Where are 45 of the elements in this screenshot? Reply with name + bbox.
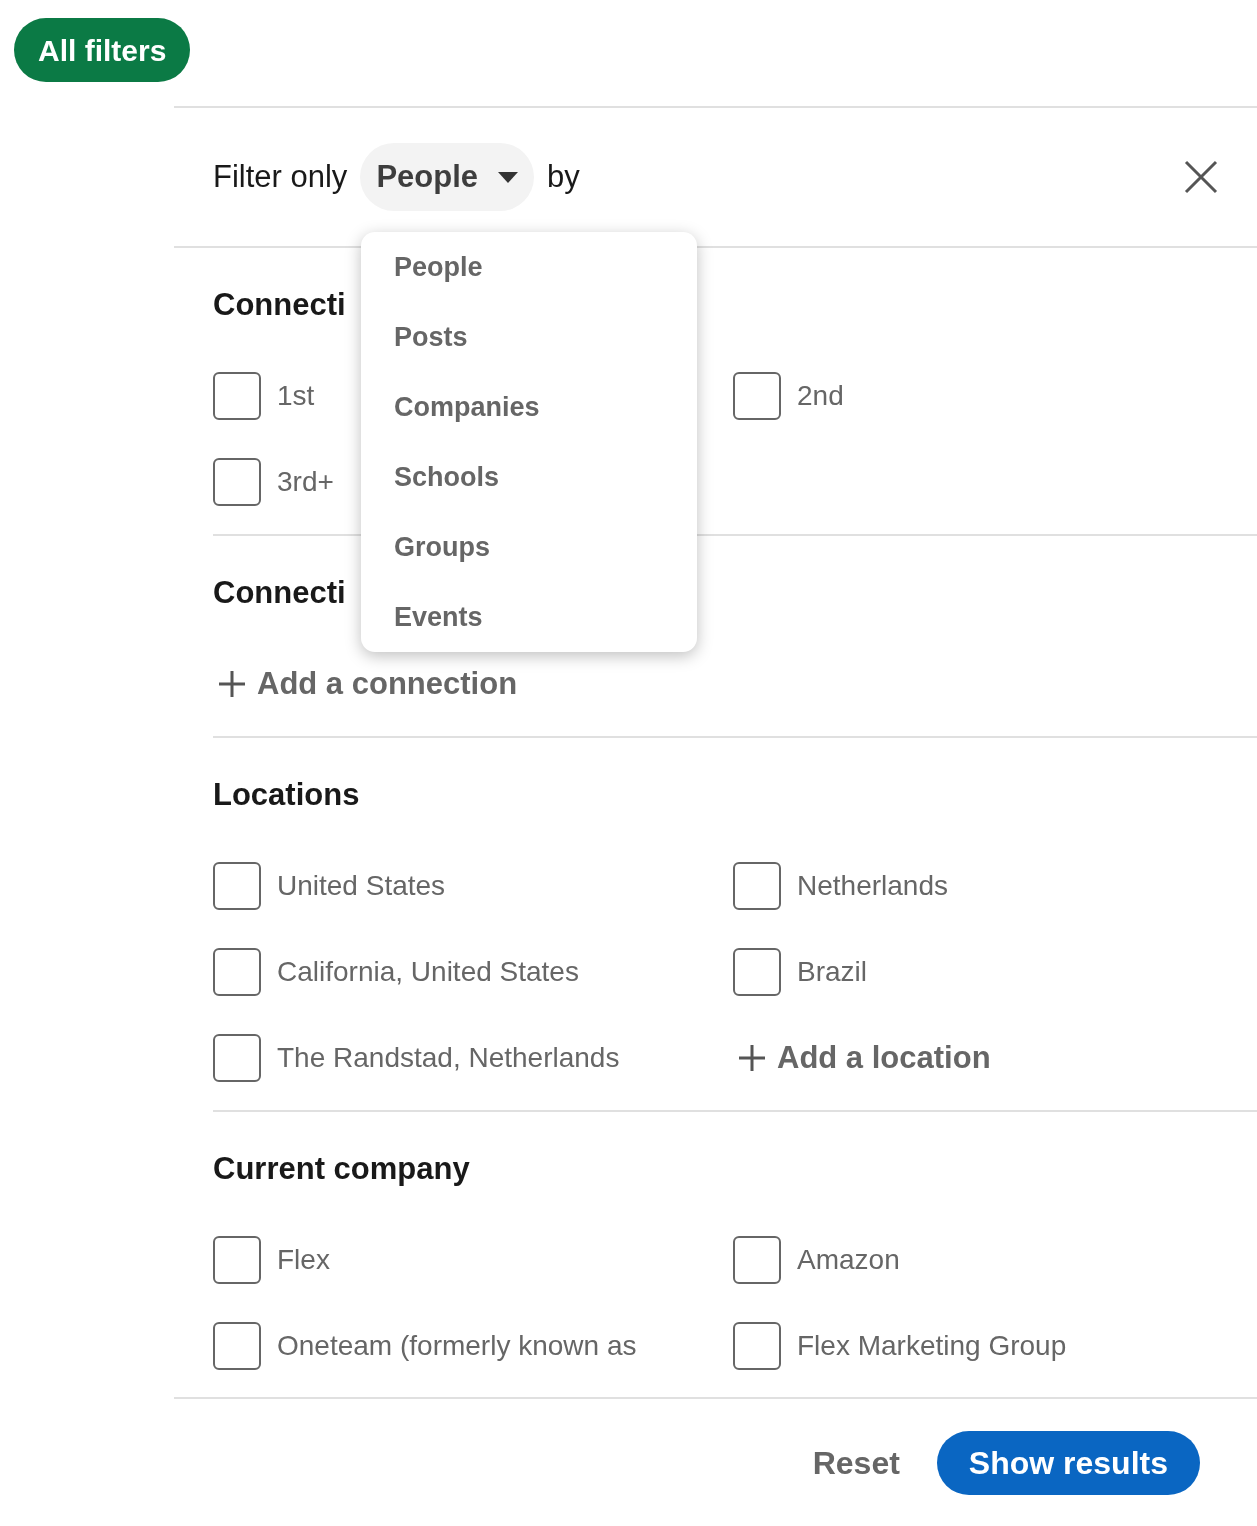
section-heading: Locations xyxy=(213,777,361,813)
checkbox-label: Amazon xyxy=(797,1243,900,1277)
filter-label: by xyxy=(547,157,580,196)
checkbox[interactable] xyxy=(213,1322,261,1370)
menu-item[interactable]: Groups xyxy=(361,512,697,582)
show-results-button[interactable]: Show results xyxy=(936,1431,1200,1495)
checkbox-label: Netherlands xyxy=(797,869,948,903)
add-link[interactable]: Add a connection xyxy=(213,660,518,708)
section-heading: Current company xyxy=(213,1151,471,1187)
menu-item[interactable]: Posts xyxy=(361,302,697,372)
menu-item[interactable]: Events xyxy=(361,582,697,652)
checkbox-label: 1st xyxy=(277,379,315,413)
checkbox-label: Flex xyxy=(277,1243,330,1277)
type-dropdown[interactable]: People xyxy=(360,143,535,211)
menu-item[interactable]: People xyxy=(361,232,697,302)
menu-item[interactable]: Schools xyxy=(361,442,697,512)
checkbox[interactable] xyxy=(213,372,261,420)
checkbox[interactable] xyxy=(213,1236,261,1284)
add-link[interactable]: Add a location xyxy=(733,1034,991,1082)
checkbox[interactable] xyxy=(213,948,261,996)
checkbox-label: Oneteam (formerly known as xyxy=(277,1329,637,1363)
checkbox[interactable] xyxy=(733,948,781,996)
checkbox-label: Flex Marketing Group xyxy=(797,1329,1067,1363)
checkbox-label: California, United States xyxy=(277,955,579,989)
checkbox-label: United States xyxy=(277,869,446,903)
checkbox[interactable] xyxy=(213,1034,261,1082)
section-heading: Connecti xyxy=(213,575,347,611)
checkbox-label: Brazil xyxy=(797,955,867,989)
menu-item[interactable]: Companies xyxy=(361,372,697,442)
section-heading: Connecti xyxy=(213,287,347,323)
checkbox[interactable] xyxy=(733,1236,781,1284)
checkbox[interactable] xyxy=(733,1322,781,1370)
checkbox[interactable] xyxy=(213,458,261,506)
checkbox-label: The Randstad, Netherlands xyxy=(277,1041,620,1075)
reset-button[interactable]: Reset xyxy=(812,1439,900,1487)
plus-icon xyxy=(739,1045,765,1071)
checkbox-label: 3rd+ xyxy=(277,465,334,499)
checkbox[interactable] xyxy=(213,862,261,910)
checkbox-label: 2nd xyxy=(797,379,844,413)
all-filters-button[interactable]: All filters xyxy=(14,18,191,82)
checkbox[interactable] xyxy=(733,372,781,420)
caret-icon xyxy=(498,171,519,183)
plus-icon xyxy=(219,671,245,697)
checkbox[interactable] xyxy=(733,862,781,910)
filter-label: Filter only xyxy=(213,157,348,196)
